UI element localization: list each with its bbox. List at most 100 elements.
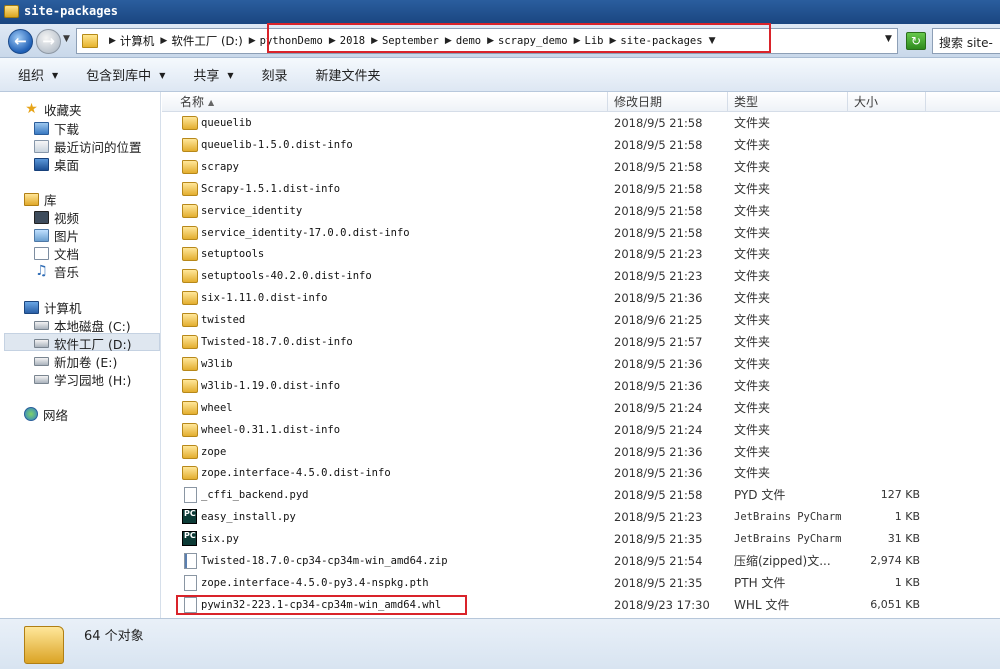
chevron-down-icon: ▼ <box>227 71 234 80</box>
file-row[interactable]: setuptools 2018/9/5 21:23 文件夹 <box>162 243 1000 265</box>
file-row[interactable]: Scrapy-1.5.1.dist-info 2018/9/5 21:58 文件夹 <box>162 178 1000 200</box>
file-row[interactable]: Twisted-18.7.0-cp34-cp34m-win_amd64.zip 2… <box>162 550 1000 572</box>
file-row[interactable]: w3lib 2018/9/5 21:36 文件夹 <box>162 353 1000 375</box>
pycharm-file-icon: PC <box>182 531 197 547</box>
file-row[interactable]: pywin32-223.1-cp34-cp34m-win_amd64.whl 20… <box>162 594 1000 616</box>
sidebar-item-label: 网络 <box>43 407 69 423</box>
file-row[interactable]: w3lib-1.19.0.dist-info 2018/9/5 21:36 文件夹 <box>162 375 1000 397</box>
file-row[interactable]: zope.interface-4.5.0-py3.4-nspkg.pth 2018… <box>162 572 1000 594</box>
chevron-right-icon[interactable]: ▶ <box>160 36 167 46</box>
hard-drive-icon <box>34 320 49 330</box>
sidebar-item-downloads[interactable]: 下载 <box>34 119 79 137</box>
hard-drive-icon <box>34 356 49 366</box>
file-row[interactable]: setuptools-40.2.0.dist-info 2018/9/5 21:2… <box>162 265 1000 287</box>
file-date: 2018/9/5 21:24 <box>614 422 703 437</box>
file-date: 2018/9/5 21:35 <box>614 532 703 547</box>
file-row[interactable]: zope 2018/9/5 21:36 文件夹 <box>162 441 1000 463</box>
file-row[interactable]: zope.interface-4.5.0.dist-info 2018/9/5 2… <box>162 462 1000 484</box>
file-date: 2018/9/5 21:35 <box>614 575 703 590</box>
sidebar-item-documents[interactable]: 文档 <box>34 244 79 262</box>
file-size <box>852 441 920 463</box>
sidebar-item-favorites[interactable]: ★ 收藏夹 <box>24 100 81 118</box>
sidebar-item-drive-h[interactable]: 学习园地 (H:) <box>34 370 131 388</box>
new-folder-button[interactable]: 新建文件夹 <box>316 65 381 84</box>
share-menu[interactable]: 共享 ▼ <box>193 65 233 84</box>
file-type: 文件夹 <box>734 335 771 349</box>
zip-file-icon <box>184 553 197 569</box>
file-date: 2018/9/5 21:36 <box>614 291 703 306</box>
file-size <box>852 353 920 375</box>
file-row[interactable]: service_identity-17.0.0.dist-info 2018/9/… <box>162 222 1000 244</box>
folder-icon <box>182 247 198 262</box>
chevron-right-icon[interactable]: ▶ <box>109 36 116 46</box>
column-header-size[interactable]: 大小 <box>848 92 926 112</box>
sidebar-item-music[interactable]: ♫ 音乐 <box>34 262 79 280</box>
sidebar-item-computer[interactable]: 计算机 <box>24 298 82 316</box>
history-dropdown-icon[interactable]: ▼ <box>63 34 70 44</box>
folder-icon <box>182 137 198 152</box>
refresh-button[interactable]: ↻ <box>906 32 926 50</box>
file-row[interactable]: twisted 2018/9/6 21:25 文件夹 <box>162 309 1000 331</box>
chevron-down-icon: ▼ <box>52 71 59 80</box>
sidebar-item-recent[interactable]: 最近访问的位置 <box>34 137 142 155</box>
sidebar-item-drive-c[interactable]: 本地磁盘 (C:) <box>34 316 131 334</box>
forward-button[interactable]: → <box>36 29 61 54</box>
file-type: 文件夹 <box>734 181 771 196</box>
sidebar-item-libraries[interactable]: 库 <box>24 190 57 208</box>
file-row[interactable]: queuelib 2018/9/5 21:58 文件夹 <box>162 112 1000 134</box>
file-size <box>852 462 920 484</box>
folder-icon <box>182 356 198 371</box>
sidebar-item-videos[interactable]: 视频 <box>34 208 79 226</box>
folder-icon <box>4 5 19 18</box>
file-row[interactable]: service_identity 2018/9/5 21:58 文件夹 <box>162 200 1000 222</box>
file-name: setuptools-40.2.0.dist-info <box>201 270 372 283</box>
back-button[interactable]: ← <box>8 29 33 54</box>
address-dropdown-icon[interactable]: ▼ <box>885 34 892 44</box>
sidebar-item-drive-d[interactable]: 软件工厂 (D:) <box>34 334 132 352</box>
pycharm-file-icon: PC <box>182 509 197 525</box>
file-size <box>852 156 920 178</box>
sidebar-item-drive-e[interactable]: 新加卷 (E:) <box>34 352 117 370</box>
file-size: 6,051 KB <box>870 597 920 611</box>
file-name: six-1.11.0.dist-info <box>201 292 328 305</box>
sidebar-item-label: 计算机 <box>44 300 82 316</box>
details-pane: 64 个对象 <box>0 618 1000 669</box>
column-header-date[interactable]: 修改日期 <box>608 92 728 112</box>
sidebar-item-label: 桌面 <box>54 157 80 173</box>
file-row[interactable]: queuelib-1.5.0.dist-info 2018/9/5 21:58 文件… <box>162 134 1000 156</box>
sidebar-item-desktop[interactable]: 桌面 <box>34 155 79 173</box>
file-row[interactable]: _cffi_backend.pyd 2018/9/5 21:58 PYD 文件 127… <box>162 484 1000 506</box>
file-size <box>852 287 920 309</box>
column-header-name[interactable]: 名称 ▲ <box>174 92 608 112</box>
file-type: JetBrains PyCharm <box>734 511 842 524</box>
file-name: wheel-0.31.1.dist-info <box>201 423 341 436</box>
sidebar-item-network[interactable]: 网络 <box>24 405 68 423</box>
file-name: twisted <box>201 314 246 327</box>
file-name: w3lib <box>201 357 233 370</box>
file-date: 2018/9/5 21:58 <box>614 203 703 218</box>
file-row[interactable]: six-1.11.0.dist-info 2018/9/5 21:36 文件夹 <box>162 287 1000 309</box>
file-row[interactable]: scrapy 2018/9/5 21:58 文件夹 <box>162 156 1000 178</box>
file-row[interactable]: PC six.py 2018/9/5 21:35 JetBrains PyCharm 3… <box>162 528 1000 550</box>
network-icon <box>24 407 38 421</box>
file-row[interactable]: PC easy_install.py 2018/9/5 21:23 JetBrains… <box>162 506 1000 528</box>
file-row[interactable]: wheel-0.31.1.dist-info 2018/9/5 21:24 文件夹 <box>162 419 1000 441</box>
column-header-type[interactable]: 类型 <box>728 92 848 112</box>
folder-icon <box>182 159 198 174</box>
navigation-pane: ★ 收藏夹 下载 最近访问的位置 桌面 库 视频 图片 文档 ♫ 音乐 计算机 … <box>0 92 161 618</box>
sidebar-item-pictures[interactable]: 图片 <box>34 226 79 244</box>
file-name: queuelib-1.5.0.dist-info <box>201 138 353 151</box>
file-row[interactable]: wheel 2018/9/5 21:24 文件夹 <box>162 397 1000 419</box>
file-size <box>852 397 920 419</box>
file-type: WHL 文件 <box>734 597 790 612</box>
chevron-right-icon[interactable]: ▶ <box>249 36 256 46</box>
file-date: 2018/9/5 21:58 <box>614 225 703 240</box>
burn-button[interactable]: 刻录 <box>262 65 288 84</box>
search-input[interactable]: 搜索 site- <box>932 28 1000 54</box>
file-row[interactable]: Twisted-18.7.0.dist-info 2018/9/5 21:57 文件… <box>162 331 1000 353</box>
breadcrumb-item[interactable]: 计算机 <box>120 33 155 49</box>
breadcrumb-item[interactable]: 软件工厂 (D:) <box>171 33 242 49</box>
file-name: zope <box>201 445 227 458</box>
organize-menu[interactable]: 组织 ▼ <box>18 65 58 84</box>
include-library-menu[interactable]: 包含到库中 ▼ <box>86 65 165 84</box>
